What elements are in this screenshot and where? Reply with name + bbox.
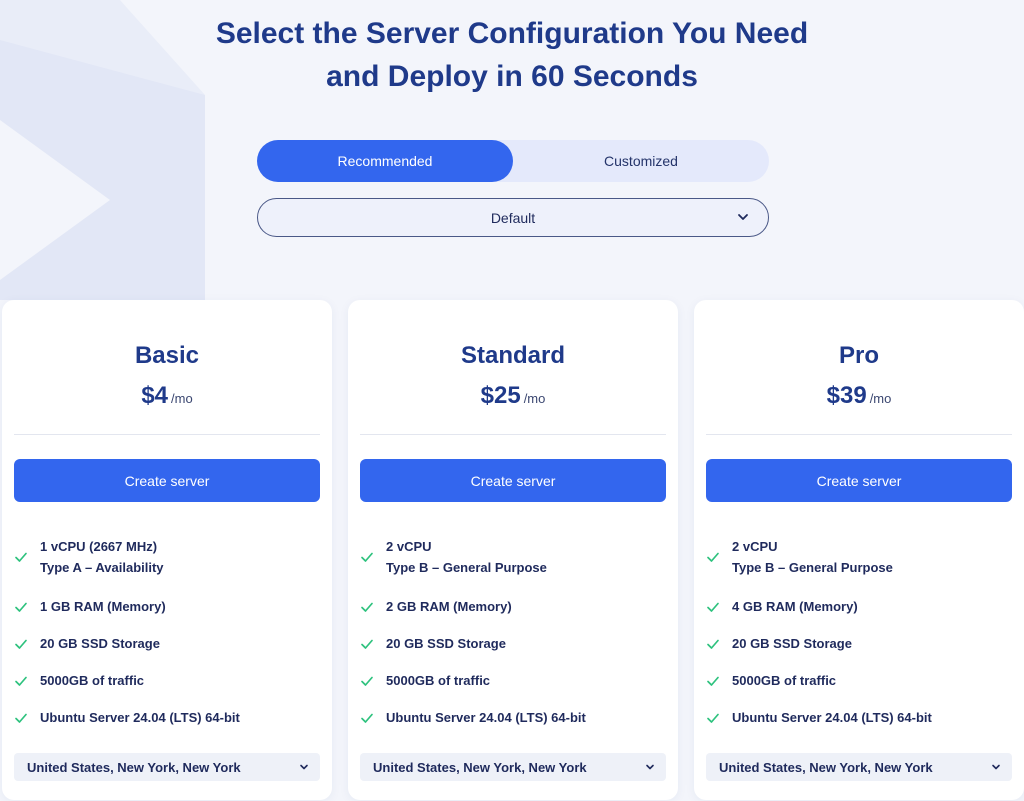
plan-card-basic: Basic $4/mo Create server 1 vCPU (2667 MHz)… — [2, 300, 332, 800]
feature-item: 20 GB SSD Storage — [706, 633, 1012, 654]
feature-text: 2 GB RAM (Memory) — [386, 599, 512, 614]
plan-price: $25 — [480, 382, 521, 409]
feature-text: 5000GB of traffic — [386, 673, 491, 688]
price-row: $39/mo — [694, 382, 1024, 410]
plan-price: $4 — [141, 382, 169, 409]
page-title: Select the Server Configuration You Need… — [0, 12, 1024, 98]
price-row: $25/mo — [348, 382, 678, 410]
tab-customized[interactable]: Customized — [513, 140, 769, 182]
feature-text: Type A – Availability — [40, 560, 164, 575]
feature-item: 5000GB of traffic — [706, 670, 1012, 691]
price-row: $4/mo — [2, 382, 332, 410]
feature-text: Ubuntu Server 24.04 (LTS) 64-bit — [40, 710, 240, 725]
configuration-select[interactable]: Default — [257, 198, 769, 237]
price-period: /mo — [869, 391, 892, 406]
check-icon — [15, 552, 27, 562]
check-icon — [707, 552, 719, 562]
price-period: /mo — [523, 391, 546, 406]
chevron-down-icon — [300, 764, 308, 770]
tab-recommended[interactable]: Recommended — [257, 140, 513, 182]
plan-name: Basic — [134, 342, 200, 369]
feature-item: 2 vCPU Type B – General Purpose — [360, 536, 666, 578]
feature-item: 1 vCPU (2667 MHz) Type A – Availability — [14, 536, 320, 578]
feature-item: 2 GB RAM (Memory) — [360, 596, 666, 617]
location-select[interactable]: United States, New York, New York — [706, 753, 1012, 781]
feature-text: 2 vCPU — [732, 539, 778, 554]
feature-text: 1 vCPU (2667 MHz) — [40, 539, 158, 554]
check-icon — [15, 676, 27, 686]
check-icon — [361, 552, 373, 562]
feature-text: 4 GB RAM (Memory) — [732, 599, 858, 614]
location-select-value: United States, New York, New York — [373, 759, 587, 775]
plan-name: Standard — [460, 342, 565, 369]
feature-text: Type B – General Purpose — [386, 560, 547, 575]
create-server-button[interactable]: Create server — [14, 459, 320, 502]
feature-item: 1 GB RAM (Memory) — [14, 596, 320, 617]
plan-price: $39 — [826, 382, 867, 409]
divider — [706, 434, 1012, 435]
check-icon — [361, 713, 373, 723]
feature-item: 5000GB of traffic — [14, 670, 320, 691]
check-icon — [361, 639, 373, 649]
location-select[interactable]: United States, New York, New York — [14, 753, 320, 781]
plan-card-pro: Pro $39/mo Create server 2 vCPU Type B – Gen… — [694, 300, 1024, 800]
chevron-down-icon — [646, 764, 654, 770]
check-icon — [707, 602, 719, 612]
check-icon — [15, 639, 27, 649]
check-icon — [707, 676, 719, 686]
check-icon — [15, 713, 27, 723]
price-period: /mo — [171, 391, 193, 406]
feature-item: 4 GB RAM (Memory) — [706, 596, 1012, 617]
feature-item: Ubuntu Server 24.04 (LTS) 64-bit — [706, 707, 1012, 728]
feature-text: 1 GB RAM (Memory) — [40, 599, 166, 614]
chevron-down-icon — [992, 764, 1000, 770]
create-server-button[interactable]: Create server — [706, 459, 1012, 502]
feature-text: Ubuntu Server 24.04 (LTS) 64-bit — [732, 710, 932, 725]
divider — [14, 434, 320, 435]
feature-text: 20 GB SSD Storage — [40, 636, 160, 651]
feature-text: 20 GB SSD Storage — [386, 636, 506, 651]
feature-item: Ubuntu Server 24.04 (LTS) 64-bit — [360, 707, 666, 728]
feature-text: 2 vCPU — [386, 539, 432, 554]
divider — [360, 434, 666, 435]
feature-text: 5000GB of traffic — [40, 673, 145, 688]
check-icon — [361, 602, 373, 612]
feature-text: 5000GB of traffic — [732, 673, 837, 688]
feature-item: Ubuntu Server 24.04 (LTS) 64-bit — [14, 707, 320, 728]
check-icon — [707, 713, 719, 723]
plan-name: Pro — [838, 342, 879, 369]
location-select-value: United States, New York, New York — [27, 759, 241, 775]
feature-text: Type B – General Purpose — [732, 560, 893, 575]
check-icon — [707, 639, 719, 649]
check-icon — [361, 676, 373, 686]
location-select[interactable]: United States, New York, New York — [360, 753, 666, 781]
feature-item: 2 vCPU Type B – General Purpose — [706, 536, 1012, 578]
page-title-line-1: Select the Server Configuration You Need — [215, 17, 809, 50]
pricing-page: Select the Server Configuration You Need… — [0, 0, 1024, 801]
configuration-select-value: Default — [490, 209, 536, 226]
feature-item: 20 GB SSD Storage — [360, 633, 666, 654]
feature-text: 20 GB SSD Storage — [732, 636, 852, 651]
feature-item: 5000GB of traffic — [360, 670, 666, 691]
check-icon — [15, 602, 27, 612]
chevron-down-icon — [738, 214, 748, 220]
feature-item: 20 GB SSD Storage — [14, 633, 320, 654]
location-select-value: United States, New York, New York — [719, 759, 933, 775]
feature-text: Ubuntu Server 24.04 (LTS) 64-bit — [386, 710, 586, 725]
plan-card-standard: Standard $25/mo Create server 2 vCPU Type B … — [348, 300, 678, 800]
create-server-button[interactable]: Create server — [360, 459, 666, 502]
page-title-line-2: and Deploy in 60 Seconds — [326, 60, 698, 93]
plan-mode-toggle: Recommended Customized — [257, 140, 769, 182]
